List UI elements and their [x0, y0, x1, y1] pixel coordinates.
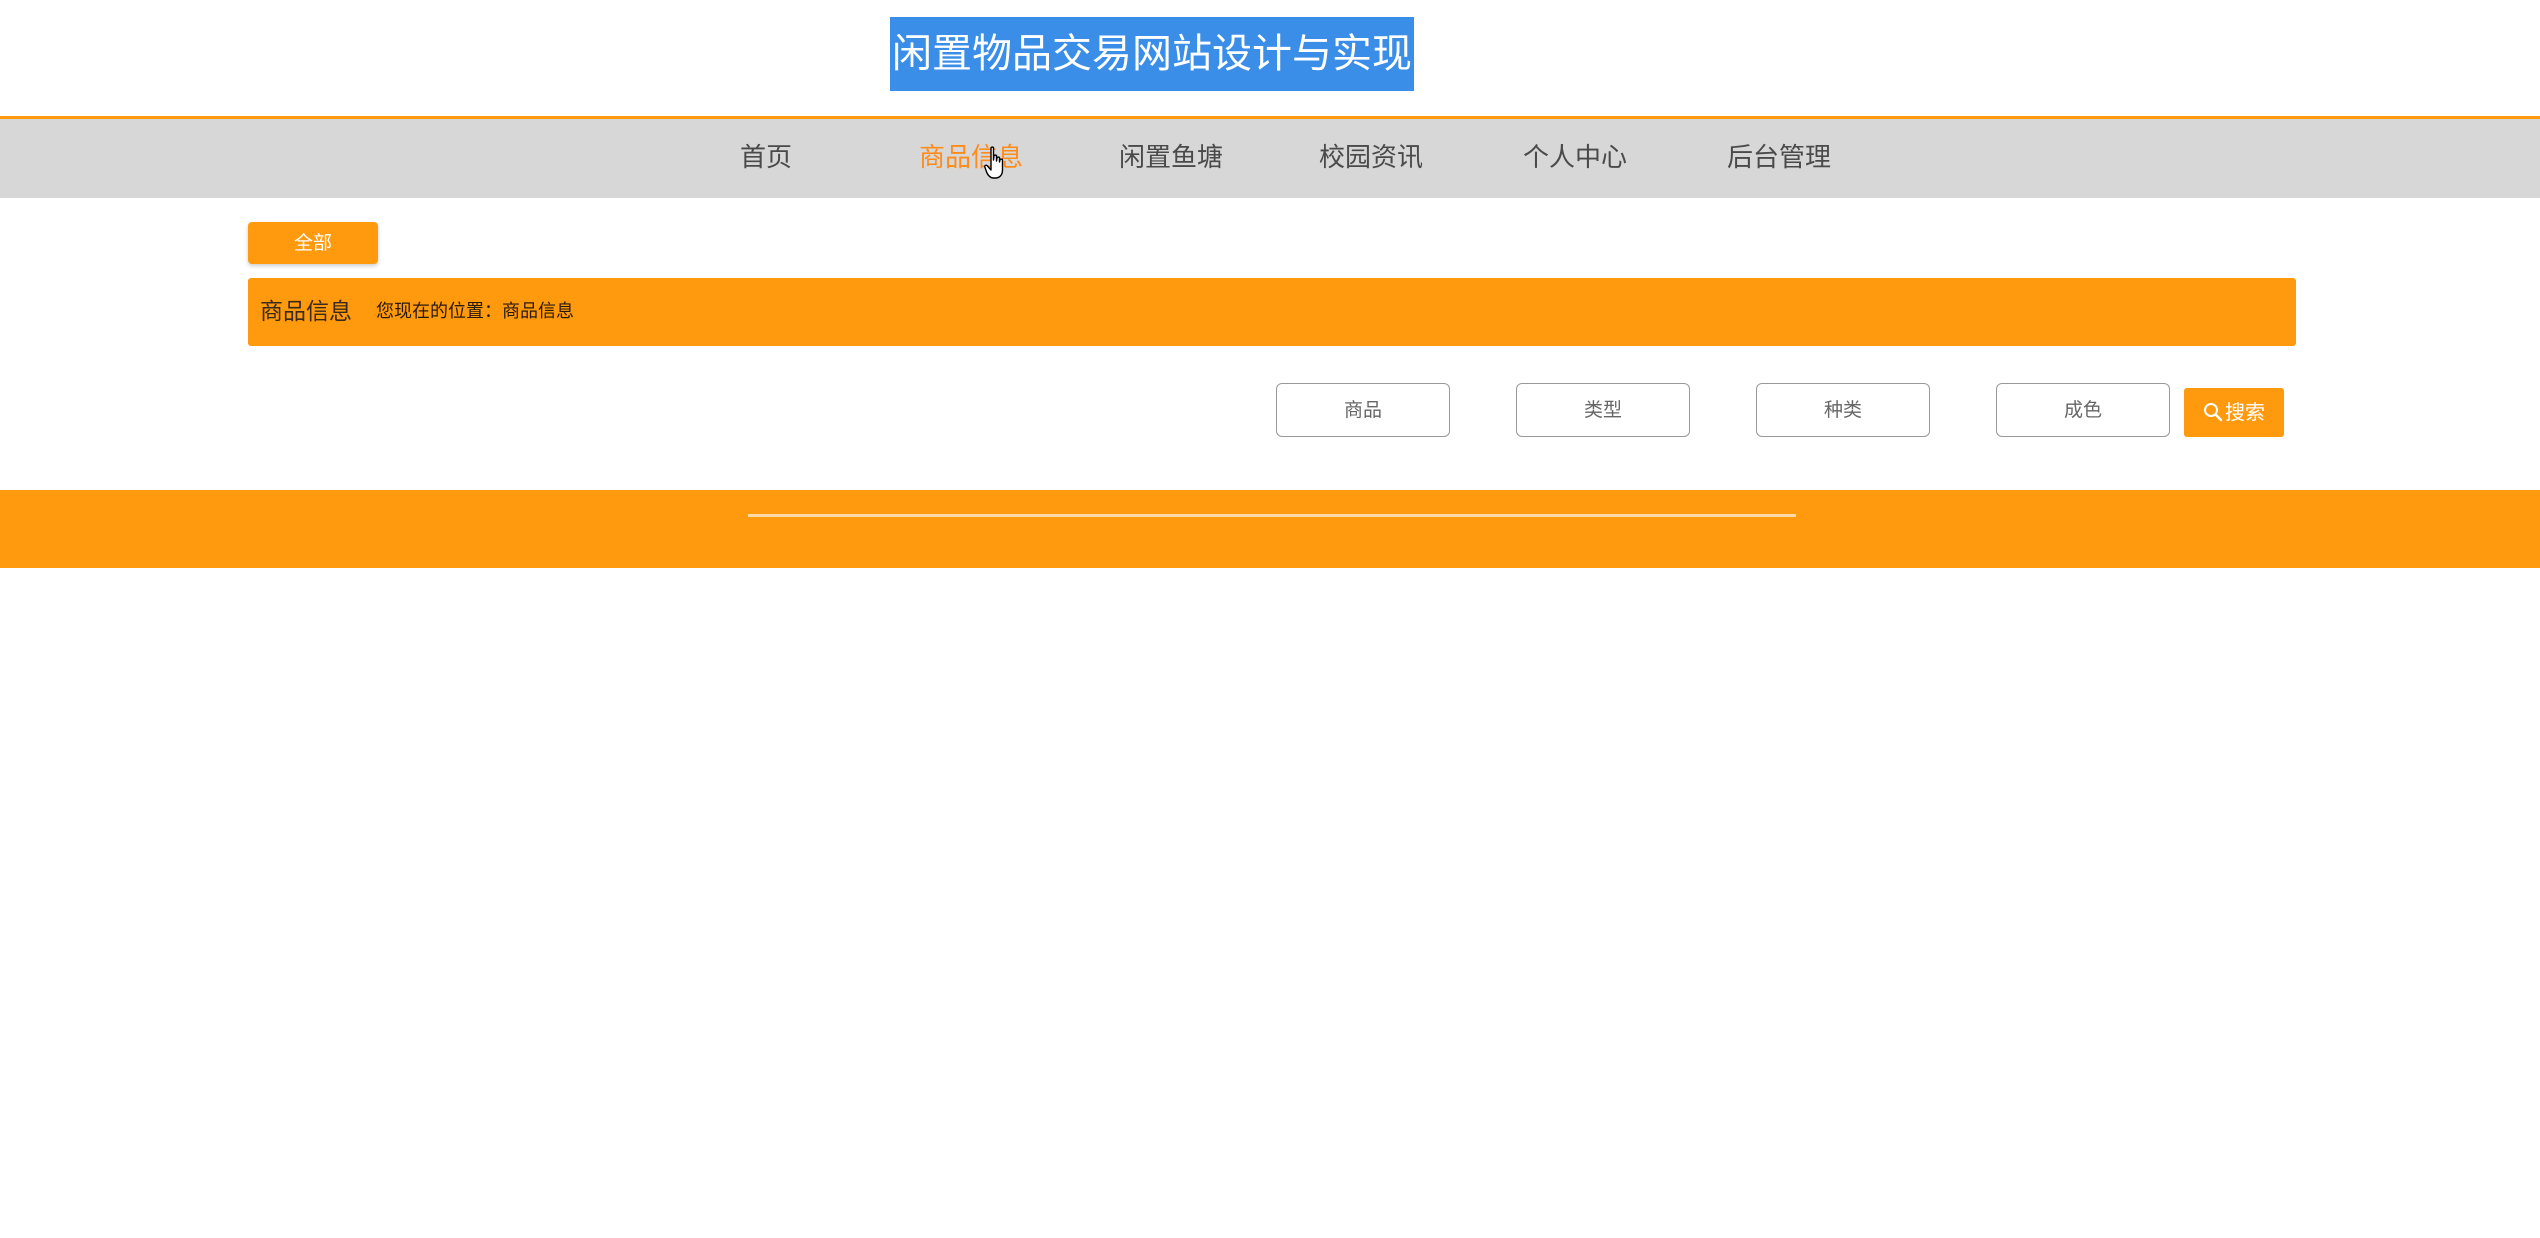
nav-item-campus-news[interactable]: 校园资讯: [1319, 119, 1423, 198]
site-footer: [0, 490, 2540, 568]
search-icon: [2204, 403, 2223, 422]
breadcrumb: 商品信息 您现在的位置：商品信息: [248, 278, 2296, 346]
product-search-input[interactable]: 商品: [1276, 383, 1450, 437]
condition-search-input[interactable]: 成色: [1996, 383, 2170, 437]
nav-item-personal-center[interactable]: 个人中心: [1523, 119, 1627, 198]
search-button[interactable]: 搜索: [2184, 388, 2284, 437]
search-button-label: 搜索: [2225, 400, 2265, 424]
site-header: 闲置物品交易网站设计与实现: [0, 0, 2540, 119]
nav-item-idle-pond[interactable]: 闲置鱼塘: [1119, 119, 1223, 198]
main-nav: 首页 商品信息 闲置鱼塘 校园资讯 个人中心 后台管理: [0, 119, 2540, 198]
kind-search-input[interactable]: 种类: [1756, 383, 1930, 437]
breadcrumb-position: 您现在的位置：商品信息: [376, 301, 574, 322]
type-search-input[interactable]: 类型: [1516, 383, 1690, 437]
site-title: 闲置物品交易网站设计与实现: [890, 17, 1414, 91]
page-title: 商品信息: [260, 299, 352, 325]
nav-item-products[interactable]: 商品信息: [919, 119, 1023, 198]
hand-pointer-icon: [984, 146, 1004, 179]
nav-item-home[interactable]: 首页: [740, 119, 792, 198]
footer-divider: [748, 514, 1796, 517]
nav-item-admin[interactable]: 后台管理: [1727, 119, 1831, 198]
category-all-button[interactable]: 全部: [248, 222, 378, 264]
